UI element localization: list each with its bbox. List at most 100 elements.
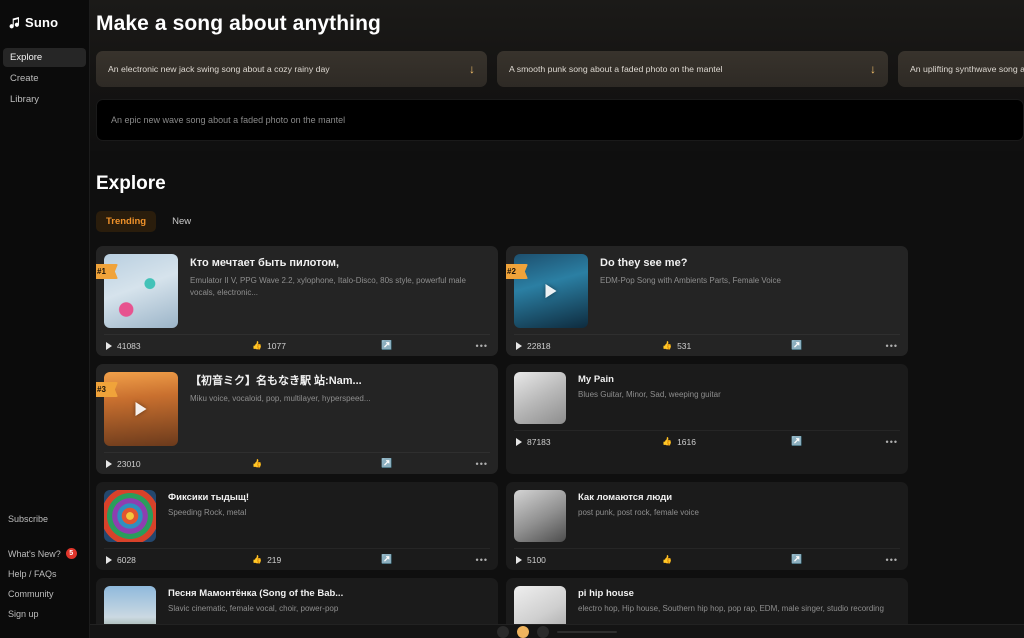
like-count[interactable]: 👍 1077	[252, 341, 381, 351]
prompt-text: A smooth punk song about a faded photo o…	[509, 64, 723, 74]
play-icon[interactable]	[516, 341, 522, 350]
thumbs-up-icon[interactable]: 👍	[252, 459, 262, 468]
thumbs-up-icon[interactable]: 👍	[662, 555, 672, 564]
more-options-icon[interactable]: •••	[886, 437, 898, 447]
more-options-icon[interactable]: •••	[476, 341, 488, 351]
sidebar-item-explore[interactable]: Explore	[3, 48, 86, 67]
song-title[interactable]: Do they see me?	[600, 255, 900, 273]
play-count[interactable]: 5100	[516, 555, 662, 565]
sidebar: Suno Explore Create Library Subscribe Wh…	[0, 0, 90, 638]
tab-trending[interactable]: Trending	[96, 211, 157, 232]
thumbs-up-icon[interactable]: 👍	[662, 341, 672, 350]
like-count[interactable]: 👍 531	[662, 341, 791, 351]
play-icon[interactable]	[516, 555, 522, 564]
song-title[interactable]: My Pain	[578, 373, 900, 387]
song-prompt-input[interactable]: An epic new wave song about a faded phot…	[96, 99, 1024, 141]
play-count[interactable]: 41083	[106, 341, 252, 351]
song-title[interactable]: Фиксики тыдыщ!	[168, 491, 490, 505]
prompt-suggestions: An electronic new jack swing song about …	[90, 51, 1024, 87]
song-card[interactable]: My Pain Blues Guitar, Minor, Sad, weeping…	[506, 364, 908, 474]
play-icon[interactable]	[106, 555, 112, 564]
share-icon[interactable]: ↗️	[791, 554, 886, 565]
play-count[interactable]: 6028	[106, 555, 252, 565]
sidebar-item-create[interactable]: Create	[3, 69, 86, 88]
play-icon[interactable]	[106, 459, 112, 468]
song-tags: post punk, post rock, female voice	[578, 507, 699, 517]
page-title: Make a song about anything	[96, 12, 381, 35]
brand[interactable]: Suno	[0, 9, 89, 33]
play-icon[interactable]	[135, 402, 147, 416]
share-icon[interactable]: ↗️	[791, 340, 886, 351]
arrow-down-icon[interactable]: ↓	[469, 63, 475, 75]
play-icon[interactable]	[516, 437, 522, 446]
play-count-value: 22818	[527, 340, 551, 351]
song-artwork[interactable]	[514, 490, 566, 542]
more-options-icon[interactable]: •••	[886, 555, 898, 565]
sidebar-footer-label: Help / FAQs	[8, 569, 57, 579]
like-count[interactable]: 👍 1616	[662, 437, 791, 447]
play-count-value: 87183	[527, 436, 551, 447]
arrow-down-icon[interactable]: ↓	[870, 63, 876, 75]
play-count[interactable]: 87183	[516, 437, 662, 447]
like-count[interactable]: 👍	[662, 555, 791, 564]
song-grid: #1 Кто мечтает быть пилотом, Emulator II V…	[96, 246, 1024, 638]
more-options-icon[interactable]: •••	[476, 555, 488, 565]
sidebar-item-help-faqs[interactable]: Help / FAQs	[8, 564, 82, 584]
sidebar-item-label: Library	[10, 94, 40, 105]
song-artwork[interactable]	[514, 372, 566, 424]
share-icon[interactable]: ↗️	[381, 340, 476, 351]
play-icon[interactable]	[545, 284, 557, 298]
tab-label: New	[172, 216, 192, 227]
play-count-value: 23010	[117, 458, 141, 469]
share-icon[interactable]: ↗️	[791, 436, 886, 447]
like-count[interactable]: 👍 219	[252, 555, 381, 565]
song-card[interactable]: #3 【初音ミク】名もなき駅 站:Nam... Miku voice, vocalo…	[96, 364, 498, 474]
song-card-footer: 5100 👍 ↗️ •••	[514, 548, 900, 570]
play-count-value: 41083	[117, 340, 141, 351]
player-next-icon[interactable]	[537, 625, 549, 638]
song-card-body: Как ломаются люди post punk, post rock, f…	[514, 490, 900, 542]
song-title[interactable]: Как ломаются люди	[578, 491, 900, 505]
prompt-card[interactable]: A smooth punk song about a faded photo o…	[497, 51, 888, 87]
like-count-value: 1077	[267, 340, 286, 351]
song-title[interactable]: 【初音ミク】名もなき駅 站:Nam...	[190, 373, 490, 391]
share-icon[interactable]: ↗️	[381, 554, 476, 565]
sidebar-item-sign-up[interactable]: Sign up	[8, 604, 82, 624]
song-card-footer: 87183 👍 1616 ↗️ •••	[514, 430, 900, 452]
play-icon[interactable]	[106, 341, 112, 350]
explore-section: Explore Trending New #1 Кто мечтает быть …	[90, 151, 1024, 638]
share-icon[interactable]: ↗️	[381, 458, 476, 469]
tab-new[interactable]: New	[162, 211, 201, 232]
sidebar-item-whats-new[interactable]: What's New? 5	[8, 543, 82, 564]
song-title[interactable]: Кто мечтает быть пилотом,	[190, 255, 490, 273]
thumbs-up-icon[interactable]: 👍	[252, 555, 262, 564]
player-prev-icon[interactable]	[497, 625, 509, 638]
song-title[interactable]: pi hip house	[578, 587, 900, 601]
play-count[interactable]: 23010	[106, 459, 252, 469]
prompt-card[interactable]: An electronic new jack swing song about …	[96, 51, 487, 87]
player-progress-bar[interactable]	[557, 630, 617, 633]
sidebar-footer: Subscribe What's New? 5 Help / FAQs Comm…	[0, 509, 90, 624]
song-card-footer: 41083 👍 1077 ↗️ •••	[104, 334, 490, 356]
more-options-icon[interactable]: •••	[476, 459, 488, 469]
like-count[interactable]: 👍	[252, 459, 381, 468]
thumbs-up-icon[interactable]: 👍	[252, 341, 262, 350]
sidebar-item-community[interactable]: Community	[8, 584, 82, 604]
song-card[interactable]: #2 Do they see me? EDM-Pop Song with Ambie…	[506, 246, 908, 356]
sidebar-item-library[interactable]: Library	[3, 90, 86, 109]
play-count[interactable]: 22818	[516, 341, 662, 351]
prompt-card[interactable]: An uplifting synthwave song about a rain…	[898, 51, 1024, 87]
song-card[interactable]: Как ломаются люди post punk, post rock, f…	[506, 482, 908, 570]
thumbs-up-icon[interactable]: 👍	[662, 437, 672, 446]
player-play-icon[interactable]	[517, 625, 529, 638]
song-meta: Фиксики тыдыщ! Speeding Rock, metal	[168, 490, 490, 542]
song-card[interactable]: Фиксики тыдыщ! Speeding Rock, metal 6028 👍 2…	[96, 482, 498, 570]
song-tags: Emulator II V, PPG Wave 2.2, xylophone, …	[190, 275, 466, 297]
song-card[interactable]: #1 Кто мечтает быть пилотом, Emulator II V…	[96, 246, 498, 356]
player-bar[interactable]	[90, 624, 1024, 638]
sidebar-footer-label: Subscribe	[8, 514, 49, 524]
more-options-icon[interactable]: •••	[886, 341, 898, 351]
song-artwork[interactable]	[104, 490, 156, 542]
sidebar-item-subscribe[interactable]: Subscribe	[8, 509, 82, 529]
song-title[interactable]: Песня Мамонтёнка (Song of the Bab...	[168, 587, 490, 601]
